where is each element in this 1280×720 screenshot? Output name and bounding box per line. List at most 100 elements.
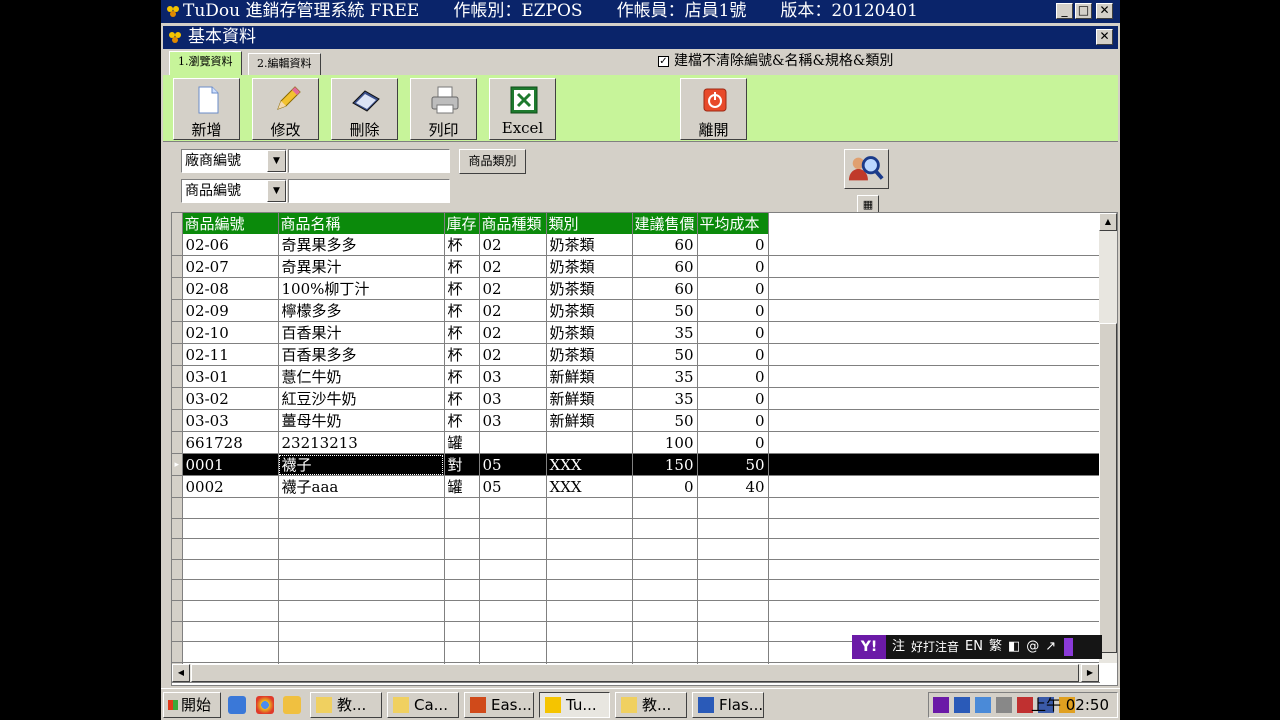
close-button[interactable]: ✕	[1096, 3, 1113, 19]
table-cell[interactable]	[697, 641, 769, 663]
table-cell[interactable]	[546, 538, 633, 560]
table-cell[interactable]: 對	[444, 453, 480, 476]
table-cell[interactable]	[444, 538, 480, 560]
table-cell[interactable]: 03-03	[182, 409, 279, 432]
yahoo-icon[interactable]	[933, 697, 949, 713]
empty-row[interactable]	[172, 559, 1101, 581]
table-cell[interactable]	[546, 559, 633, 581]
start-button[interactable]: 開始	[163, 692, 221, 718]
table-cell[interactable]	[172, 559, 183, 581]
table-cell[interactable]: 百香果多多	[278, 343, 445, 366]
table-cell[interactable]	[444, 559, 480, 581]
table-cell[interactable]	[546, 579, 633, 601]
table-row[interactable]: ▸ 0001 襪子對 05 XXX 150 50	[172, 453, 1101, 476]
table-cell[interactable]: 杯	[444, 343, 480, 366]
scroll-right-icon[interactable]: ▶	[1081, 664, 1099, 682]
table-cell[interactable]: 03	[479, 409, 547, 432]
table-cell[interactable]: 05	[479, 453, 547, 476]
table-cell[interactable]: 0002	[182, 475, 279, 498]
column-header[interactable]: 建議售價	[632, 213, 698, 234]
table-cell[interactable]: 03-02	[182, 387, 279, 410]
table-cell[interactable]	[479, 579, 547, 601]
table-cell[interactable]	[632, 497, 698, 519]
table-cell[interactable]: 60	[632, 277, 698, 300]
tab-edit[interactable]: 2.編輯資料	[248, 53, 321, 76]
exit-button[interactable]: 離開	[680, 78, 747, 140]
print-button[interactable]: 列印	[410, 78, 477, 140]
table-cell[interactable]: 杯	[444, 277, 480, 300]
table-cell[interactable]	[632, 559, 698, 581]
ime-variant[interactable]: 繁	[989, 635, 1002, 659]
table-cell[interactable]	[768, 579, 1101, 601]
table-row[interactable]: 02-06 奇異果多多杯 02 奶茶類 60 0	[172, 234, 1101, 256]
window-titlebar[interactable]: 基本資料 ✕	[163, 26, 1118, 49]
table-cell[interactable]	[182, 641, 279, 663]
chevron-down-icon[interactable]: ▼	[267, 150, 286, 172]
table-cell[interactable]	[697, 538, 769, 560]
table-cell[interactable]: 100	[632, 431, 698, 454]
table-cell[interactable]: 新鮮類	[546, 387, 633, 410]
category-button[interactable]: 商品類別	[459, 149, 526, 174]
table-cell[interactable]	[697, 600, 769, 622]
table-cell[interactable]: 奇異果多多	[278, 234, 445, 256]
keep-fields-checkbox[interactable]: ✓	[658, 55, 669, 67]
table-cell[interactable]: 03	[479, 387, 547, 410]
column-header[interactable]: 商品種類	[479, 213, 547, 234]
row-indicator[interactable]	[172, 234, 183, 256]
table-cell[interactable]	[632, 641, 698, 663]
tab-browse[interactable]: 1.瀏覽資料	[169, 51, 242, 77]
row-indicator[interactable]	[172, 387, 183, 410]
data-grid[interactable]: 商品編號 商品名稱 庫存 商品種類 類別 建議售價 平均成本 02-06 奇異果多…	[171, 212, 1118, 686]
table-cell[interactable]: 02	[479, 299, 547, 322]
taskbar-item[interactable]: 教...	[310, 692, 382, 718]
table-cell[interactable]	[172, 518, 183, 540]
table-cell[interactable]: 薏仁牛奶	[278, 365, 445, 388]
table-cell[interactable]: 35	[632, 321, 698, 344]
table-row[interactable]: 02-08 100%柳丁汁杯 02 奶茶類 60 0	[172, 277, 1101, 300]
table-cell[interactable]: 奶茶類	[546, 343, 633, 366]
table-cell[interactable]: 661728	[182, 431, 279, 454]
table-cell[interactable]: 0	[697, 409, 769, 432]
table-cell[interactable]	[479, 621, 547, 643]
table-cell[interactable]	[172, 497, 183, 519]
table-cell[interactable]	[479, 559, 547, 581]
table-cell[interactable]: 0	[697, 343, 769, 366]
taskbar-item[interactable]: Flas...	[692, 692, 764, 718]
table-cell[interactable]	[632, 600, 698, 622]
table-cell[interactable]	[172, 600, 183, 622]
filter-input-1[interactable]	[288, 149, 450, 173]
table-cell[interactable]	[182, 579, 279, 601]
table-cell[interactable]	[444, 621, 480, 643]
table-cell[interactable]: 40	[697, 475, 769, 498]
table-cell[interactable]	[182, 600, 279, 622]
table-cell[interactable]	[182, 497, 279, 519]
table-cell[interactable]: 50	[632, 299, 698, 322]
ime-handle[interactable]	[1064, 638, 1074, 656]
table-cell[interactable]: 檸檬多多	[278, 299, 445, 322]
filter-input-2[interactable]	[288, 179, 450, 203]
table-cell[interactable]	[444, 518, 480, 540]
table-cell[interactable]: 新鮮類	[546, 365, 633, 388]
table-cell[interactable]: 奶茶類	[546, 234, 633, 256]
table-cell[interactable]: 0	[697, 277, 769, 300]
taskbar-item[interactable]: 教...	[615, 692, 687, 718]
table-cell[interactable]: 02-11	[182, 343, 279, 366]
column-header[interactable]: 庫存	[444, 213, 480, 234]
table-cell[interactable]	[768, 497, 1101, 519]
table-cell[interactable]	[697, 579, 769, 601]
row-indicator[interactable]	[172, 431, 183, 454]
table-cell[interactable]	[182, 518, 279, 540]
table-cell[interactable]	[632, 518, 698, 540]
table-cell[interactable]: 02	[479, 277, 547, 300]
table-cell[interactable]: 杯	[444, 365, 480, 388]
column-header[interactable]: 商品名稱	[278, 213, 445, 234]
table-cell[interactable]	[182, 621, 279, 643]
table-cell[interactable]: 50	[697, 453, 769, 476]
horizontal-scroll-thumb[interactable]	[191, 664, 1079, 682]
table-cell[interactable]	[697, 559, 769, 581]
chevron-down-icon[interactable]: ▼	[267, 180, 286, 202]
yahoo-ime-icon[interactable]: Y!	[852, 635, 886, 659]
table-row[interactable]: 03-01 薏仁牛奶杯 03 新鮮類 35 0	[172, 365, 1101, 388]
clock[interactable]: 上午 02:50	[1031, 693, 1109, 717]
table-cell[interactable]	[479, 600, 547, 622]
